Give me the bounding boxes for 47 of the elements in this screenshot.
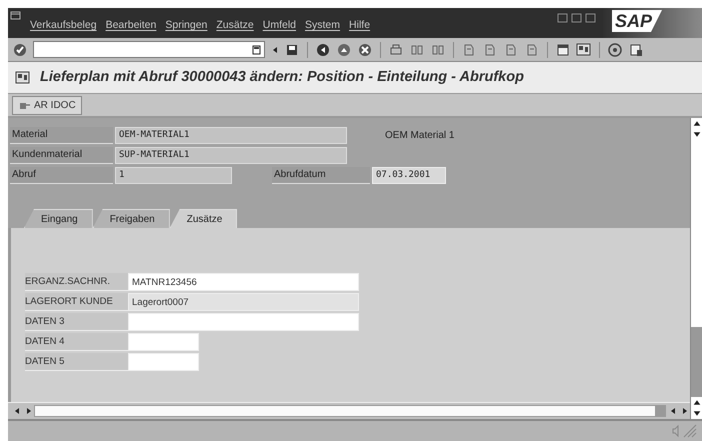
display-field: 1 xyxy=(115,167,232,184)
field-label: Abruf xyxy=(10,167,113,184)
menu-item[interactable]: Zusätze xyxy=(216,18,254,34)
field-label: LAGERORT KUNDE xyxy=(25,293,128,311)
tab[interactable]: Zusätze xyxy=(170,209,238,228)
input-field[interactable]: MATNR123456 xyxy=(128,273,359,291)
menu-item[interactable]: Springen xyxy=(165,18,208,34)
field-label: DATEN 5 xyxy=(25,353,128,371)
print-icon[interactable] xyxy=(388,42,404,58)
resize-grip-icon[interactable] xyxy=(682,423,698,439)
field-label: DATEN 3 xyxy=(25,313,128,331)
scrollbar-thumb[interactable] xyxy=(691,327,702,397)
system-menu-icon[interactable] xyxy=(10,11,21,21)
display-field: SUP-MATERIAL1 xyxy=(115,147,347,164)
scrollbar-thumb[interactable] xyxy=(655,406,665,416)
menu-item[interactable]: Hilfe xyxy=(349,18,370,34)
enter-icon[interactable] xyxy=(12,42,28,58)
input-field[interactable] xyxy=(128,353,199,371)
menu-item[interactable]: System xyxy=(305,18,340,34)
screen-title: Lieferplan mit Abruf 30000043 ändern: Position - Einteilung - Abrufkop xyxy=(40,68,524,87)
field-label: DATEN 4 xyxy=(25,333,128,351)
command-field[interactable] xyxy=(33,41,265,58)
display-field: 07.03.2001 xyxy=(372,167,446,184)
layout-icon[interactable] xyxy=(628,42,644,58)
menu-item[interactable]: Bearbeiten xyxy=(106,18,156,34)
field-label: Kundenmaterial xyxy=(10,147,113,164)
cancel-icon[interactable] xyxy=(357,42,373,58)
transaction-icon xyxy=(14,70,32,86)
tab[interactable]: Freigaben xyxy=(92,209,170,228)
scrollbar-track[interactable] xyxy=(34,405,666,417)
menu-item[interactable]: Verkaufsbeleg xyxy=(30,18,97,34)
new-window-icon[interactable] xyxy=(555,42,571,58)
field-label: ERGANZ.SACHNR. xyxy=(25,273,128,291)
description-text: OEM Material 1 xyxy=(385,129,454,143)
tab[interactable]: Eingang xyxy=(24,209,93,228)
back-icon[interactable] xyxy=(315,42,331,58)
field-label: Abrufdatum xyxy=(272,167,370,184)
input-field[interactable]: Lagerort0007 xyxy=(128,293,359,311)
input-field[interactable] xyxy=(128,333,199,351)
field-label: Material xyxy=(10,127,113,144)
menu-item[interactable]: Umfeld xyxy=(262,18,296,34)
input-field[interactable] xyxy=(128,313,359,331)
exit-icon[interactable] xyxy=(336,42,352,58)
idoc-button[interactable]: AR IDOC xyxy=(12,96,82,114)
display-field: OEM-MATERIAL1 xyxy=(115,127,347,144)
sap-logo: SAP xyxy=(612,10,662,32)
dropdown-icon[interactable] xyxy=(252,45,261,55)
